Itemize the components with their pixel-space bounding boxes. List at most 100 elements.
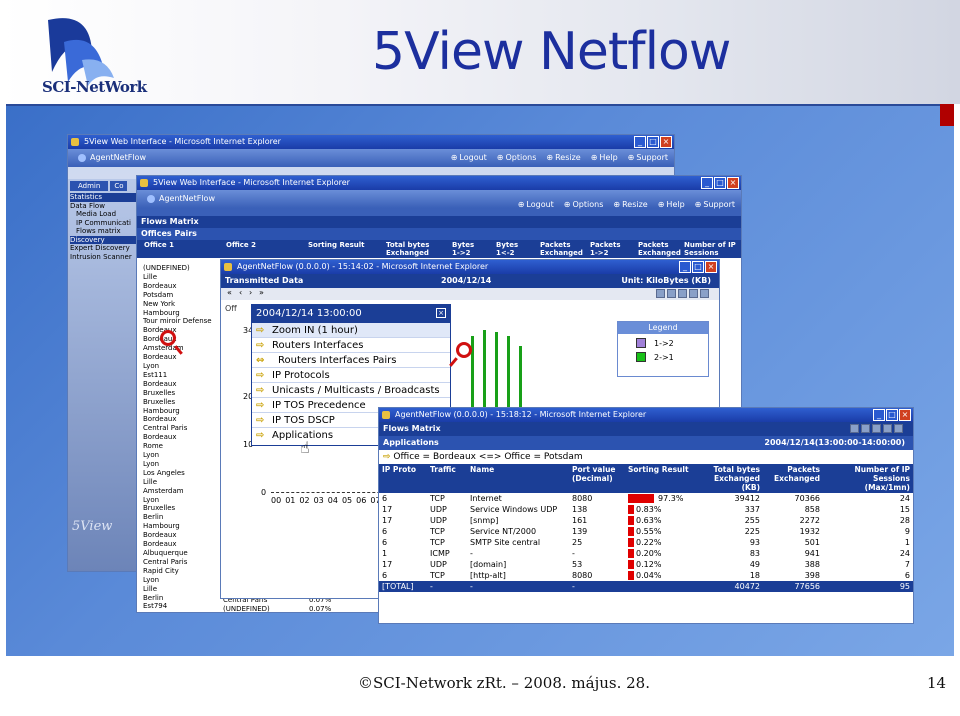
- window-title: 5View Web Interface - Microsoft Internet…: [153, 178, 350, 187]
- col-ip-sessions[interactable]: Number of IP Sessions: [681, 240, 741, 258]
- table-row[interactable]: 17 UDP [domain] 53 0.12% 49 388 7: [379, 559, 913, 570]
- print-icon[interactable]: [883, 424, 892, 433]
- rewind-icon[interactable]: «: [227, 288, 232, 297]
- cell-ses: 9: [904, 527, 910, 536]
- table-row[interactable]: 17 UDP [snmp] 161 0.63% 255 2272 28: [379, 515, 913, 526]
- close-button[interactable]: ×: [899, 409, 911, 421]
- cell-port: 139: [572, 527, 588, 536]
- magnifier-icon: [160, 330, 176, 346]
- window-title-bar[interactable]: 5View Web Interface - Microsoft Internet…: [68, 135, 674, 149]
- tab-co[interactable]: Co: [110, 181, 128, 191]
- col-total-bytes[interactable]: Total bytes Exchanged (KB): [703, 464, 763, 493]
- sidebar-tabs: Admin Co: [68, 179, 136, 193]
- col-office-1[interactable]: Office 1: [141, 240, 191, 250]
- menu-item-zoom-in[interactable]: Zoom IN (1 hour): [252, 323, 450, 338]
- window-title-bar[interactable]: 5View Web Interface - Microsoft Internet…: [137, 176, 741, 190]
- total-cell: [625, 581, 703, 592]
- export-icon[interactable]: [861, 424, 870, 433]
- sidebar-item-expert-discovery[interactable]: Expert Discovery: [70, 244, 136, 253]
- menu-item-ip-protocols[interactable]: IP Protocols: [252, 368, 450, 383]
- table-row[interactable]: 6 TCP Service NT/2000 139 0.55% 225 1932 9: [379, 526, 913, 537]
- window-title-bar[interactable]: AgentNetFlow (0.0.0.0) - 15:14:02 - Micr…: [221, 260, 719, 274]
- col-packets-2[interactable]: Packets Exchanged: [635, 240, 681, 258]
- col-packets-exchanged[interactable]: Packets Exchanged: [537, 240, 583, 258]
- col-sorting-result[interactable]: Sorting Result: [625, 464, 703, 493]
- chart-icon[interactable]: [678, 289, 687, 298]
- window-title-bar[interactable]: AgentNetFlow (0.0.0.0) - 15:18:12 - Micr…: [379, 408, 913, 422]
- col-bytes-2-1[interactable]: Bytes 1<-2: [493, 240, 523, 258]
- cell-port: 138: [572, 505, 588, 514]
- col-sorting-result[interactable]: Sorting Result: [305, 240, 368, 250]
- applications-rows: 6 TCP Internet 8080 97.3% 39412 70366 24 17 UDP Se…: [379, 493, 913, 592]
- logout-link[interactable]: Logout: [451, 149, 486, 167]
- cell-ses: 28: [899, 516, 910, 525]
- sidebar-item-statistics[interactable]: Statistics: [70, 193, 136, 202]
- resize-link[interactable]: Resize: [613, 200, 648, 210]
- col-traffic[interactable]: Traffic: [427, 464, 467, 493]
- time-range: 2004/12/14(13:00:00-14:00:00): [764, 438, 905, 447]
- minimize-button[interactable]: _: [634, 136, 646, 148]
- options-link[interactable]: Options: [497, 149, 537, 167]
- print-icon[interactable]: [689, 289, 698, 298]
- export-icon[interactable]: [667, 289, 676, 298]
- minimize-button[interactable]: _: [873, 409, 885, 421]
- help-link[interactable]: Help: [591, 149, 617, 167]
- table-row[interactable]: 6 TCP [http-alt] 8080 0.04% 18 398 6: [379, 570, 913, 581]
- options-link[interactable]: Options: [564, 200, 604, 210]
- col-bytes-1-2[interactable]: Bytes 1->2: [449, 240, 479, 258]
- chart-legend: Legend 1->2 2->1: [617, 321, 709, 377]
- table-row[interactable]: 17 UDP Service Windows UDP 138 0.83% 337 858 15: [379, 504, 913, 515]
- settings-icon[interactable]: [894, 424, 903, 433]
- cell-ses: 15: [899, 505, 910, 514]
- sidebar-item-data-flow[interactable]: Data Flow: [70, 202, 136, 211]
- col-port-value[interactable]: Port value (Decimal): [569, 464, 625, 493]
- x-tick: 01: [285, 496, 296, 505]
- maximize-button[interactable]: □: [647, 136, 659, 148]
- col-name[interactable]: Name: [467, 464, 569, 493]
- fast-forward-icon[interactable]: »: [259, 288, 264, 297]
- sidebar-item-discovery[interactable]: Discovery: [70, 235, 136, 244]
- sidebar-item-flows-matrix[interactable]: Flows matrix: [70, 227, 136, 236]
- col-ip-sessions[interactable]: Number of IP Sessions (Max/1mn): [823, 464, 913, 493]
- support-link[interactable]: Support: [695, 200, 735, 210]
- close-icon[interactable]: ×: [436, 308, 446, 318]
- chart-icon[interactable]: [872, 424, 881, 433]
- col-office-2[interactable]: Office 2: [223, 240, 273, 250]
- col-packets-1-2[interactable]: Packets 1->2: [587, 240, 627, 258]
- sidebar-item-ip-communication[interactable]: IP Communicati: [70, 219, 136, 228]
- menu-item-routers-interfaces-pairs[interactable]: Routers Interfaces Pairs: [252, 353, 450, 368]
- maximize-button[interactable]: □: [714, 177, 726, 189]
- table-row[interactable]: 6 TCP Internet 8080 97.3% 39412 70366 24: [379, 493, 913, 504]
- table-row[interactable]: 6 TCP SMTP Site central 25 0.22% 93 501 1: [379, 537, 913, 548]
- resize-link[interactable]: Resize: [546, 149, 581, 167]
- applications-table: IP Proto Traffic Name Port value (Decima…: [379, 464, 913, 592]
- cell-port: 8080: [572, 494, 593, 503]
- col-total-bytes[interactable]: Total bytes Exchanged: [383, 240, 433, 258]
- menu-item-unicasts[interactable]: Unicasts / Multicasts / Broadcasts: [252, 383, 450, 398]
- menu-item-routers-interfaces[interactable]: Routers Interfaces: [252, 338, 450, 353]
- logout-link[interactable]: Logout: [518, 200, 553, 210]
- support-link[interactable]: Support: [628, 149, 668, 167]
- col-packets[interactable]: Packets Exchanged: [763, 464, 823, 493]
- close-button[interactable]: ×: [705, 261, 717, 273]
- tab-admin[interactable]: Admin: [70, 181, 109, 191]
- maximize-button[interactable]: □: [692, 261, 704, 273]
- cell-proto: 17: [382, 560, 393, 569]
- minimize-button[interactable]: _: [679, 261, 691, 273]
- up-icon[interactable]: [850, 424, 859, 433]
- forward-icon[interactable]: ›: [249, 288, 252, 297]
- minimize-button[interactable]: _: [701, 177, 713, 189]
- sidebar-item-media-load[interactable]: Media Load: [70, 210, 136, 219]
- help-link[interactable]: Help: [658, 200, 684, 210]
- col-ip-proto[interactable]: IP Proto: [379, 464, 427, 493]
- settings-icon[interactable]: [700, 289, 709, 298]
- sidebar-item-intrusion-scanner[interactable]: Intrusion Scanner: [70, 253, 136, 262]
- back-icon[interactable]: ‹: [239, 288, 242, 297]
- table-row[interactable]: 1 ICMP - - 0.20% 83 941 24: [379, 548, 913, 559]
- close-button[interactable]: ×: [660, 136, 672, 148]
- close-button[interactable]: ×: [727, 177, 739, 189]
- up-icon[interactable]: [656, 289, 665, 298]
- maximize-button[interactable]: □: [886, 409, 898, 421]
- x-tick: 06: [356, 496, 367, 505]
- cell-kb: 225: [744, 527, 760, 536]
